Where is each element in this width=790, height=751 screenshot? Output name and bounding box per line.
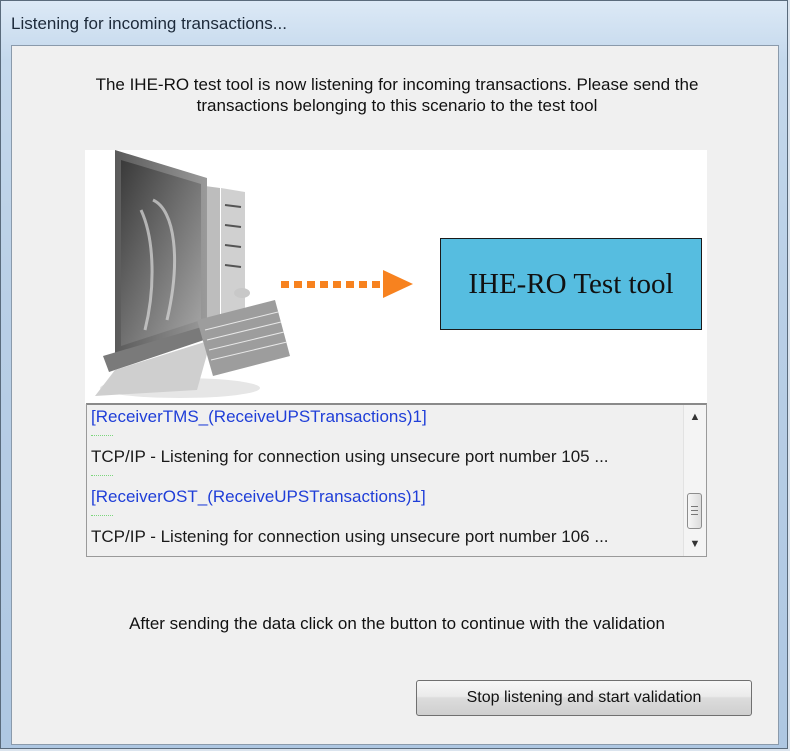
log-entry-text: [ReceiverOST_(ReceiveUPSTransactions)1] bbox=[91, 487, 426, 506]
log-separator bbox=[91, 435, 113, 436]
arrow-right-icon bbox=[383, 270, 413, 298]
instruction-text: After sending the data click on the butt… bbox=[129, 614, 665, 633]
log-entry-text: [ReceiverTMS_(ReceiveUPSTransactions)1] bbox=[91, 407, 427, 426]
transaction-log[interactable]: [ReceiverTMS_(ReceiveUPSTransactions)1] … bbox=[86, 403, 707, 557]
title-bar[interactable]: Listening for incoming transactions... bbox=[7, 5, 781, 43]
scroll-up-arrow-icon[interactable]: ▲ bbox=[684, 407, 706, 427]
log-scrollbar[interactable]: ▲ ▼ bbox=[683, 405, 706, 556]
log-entry: TCP/IP - Listening for connection using … bbox=[91, 435, 682, 477]
grip-line bbox=[691, 510, 698, 511]
scroll-down-arrow-icon[interactable]: ▼ bbox=[684, 534, 706, 554]
dialog-client-area: The IHE-RO test tool is now listening fo… bbox=[11, 45, 779, 745]
log-lines: [ReceiverTMS_(ReceiveUPSTransactions)1] … bbox=[91, 405, 682, 556]
log-entry: [ReceiverOST_(ReceiveUPSTransactions)1] bbox=[91, 475, 682, 517]
window-title: Listening for incoming transactions... bbox=[11, 14, 287, 33]
log-entry: TCP/IP - Listening for connection using … bbox=[91, 515, 682, 556]
grip-line bbox=[691, 506, 698, 507]
log-entry-text: TCP/IP - Listening for connection using … bbox=[91, 527, 609, 546]
intro-text: The IHE-RO test tool is now listening fo… bbox=[95, 75, 699, 115]
log-entry: [ReceiverTMS_(ReceiveUPSTransactions)1] bbox=[91, 405, 682, 437]
scroll-thumb[interactable] bbox=[687, 493, 702, 529]
log-separator bbox=[91, 475, 113, 476]
test-tool-box: IHE-RO Test tool bbox=[440, 238, 702, 330]
log-entry-text: TCP/IP - Listening for connection using … bbox=[91, 447, 609, 466]
stop-listening-button[interactable]: Stop listening and start validation bbox=[416, 680, 752, 716]
dialog-window: Listening for incoming transactions... T… bbox=[0, 0, 788, 749]
grip-line bbox=[691, 514, 698, 515]
scenario-graphic: IHE-RO Test tool bbox=[85, 150, 707, 404]
log-separator bbox=[91, 515, 113, 516]
